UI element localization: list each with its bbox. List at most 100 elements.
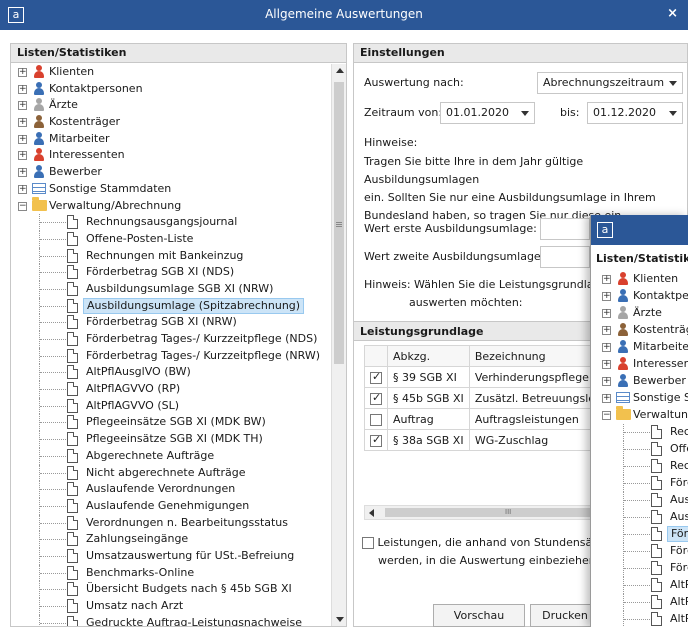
tree-child-item[interactable]: AltPflAGVVO (SL) bbox=[595, 611, 688, 627]
tree-child-item[interactable]: Nicht abgerechnete Aufträge bbox=[11, 464, 331, 482]
tree-child-item[interactable]: Benchmarks-Online bbox=[11, 564, 331, 582]
tree-item[interactable]: + Mitarbeiter bbox=[595, 339, 688, 356]
tree-item[interactable]: + Sonstige Stammdaten bbox=[595, 390, 688, 407]
auswertung-select[interactable]: Abrechnungszeitraum bbox=[537, 72, 683, 94]
row-checkbox[interactable] bbox=[370, 391, 382, 405]
table-row[interactable]: § 45b SGB XIZusätzl. Betreuungsleistun bbox=[364, 387, 629, 409]
tree-child-item[interactable]: Auslaufende Genehmigungen bbox=[11, 497, 331, 515]
tree-child-item[interactable]: Offene-Posten-Liste bbox=[595, 441, 688, 458]
expand-icon[interactable]: + bbox=[18, 118, 27, 128]
tree-child-item[interactable]: Rechnungsausgangsjournal bbox=[595, 424, 688, 441]
table-row[interactable]: § 39 SGB XIVerhinderungspflege bbox=[364, 366, 629, 388]
zeitraum-to-select[interactable]: 01.12.2020 bbox=[587, 102, 683, 124]
tree-child-item[interactable]: Pflegeeinsätze SGB XI (MDK BW) bbox=[11, 414, 331, 432]
tree-item[interactable]: + Bewerber bbox=[11, 164, 331, 181]
tree-child-item[interactable]: Rechnungen mit Bankeinzug bbox=[11, 247, 331, 265]
tree-child-item[interactable]: Förderbetrag SGB XI (NRW) bbox=[11, 314, 331, 331]
tree-child-item[interactable]: Förderbetrag Tages-/ Kurzzeitpflege (NDS… bbox=[11, 331, 331, 348]
tree-child-item[interactable]: Förderbetrag SGB XI (NDS) bbox=[595, 475, 688, 492]
table-row[interactable]: § 38a SGB XIWG-Zuschlag bbox=[364, 429, 629, 451]
tree-child-item[interactable]: Förderbetrag Tages-/ Kurzzeitpflege (NDS… bbox=[595, 543, 688, 560]
scroll-left-icon[interactable] bbox=[369, 509, 374, 517]
tree-child-item[interactable]: Auslaufende Verordnungen bbox=[11, 481, 331, 498]
expand-icon[interactable]: + bbox=[18, 101, 27, 111]
tree-child-item[interactable]: Förderbetrag SGB XI (NDS) bbox=[11, 264, 331, 281]
row-checkbox-cell[interactable] bbox=[364, 429, 388, 451]
tree-item[interactable]: + Klienten bbox=[11, 64, 331, 81]
scroll-down-icon[interactable] bbox=[336, 617, 344, 622]
scrollbar-thumb[interactable] bbox=[334, 82, 344, 364]
tree-item[interactable]: + Ärzte bbox=[595, 305, 688, 322]
expand-icon[interactable]: + bbox=[602, 394, 611, 403]
tree-item[interactable]: + Sonstige Stammdaten bbox=[11, 181, 331, 198]
tree-child-item[interactable]: AltPflAGVVO (SL) bbox=[11, 397, 331, 415]
tree-child-item[interactable]: Förderbetrag Tages-/ Kurzzeitpflege (NRW… bbox=[595, 560, 688, 577]
tree-child-item[interactable]: Ausbildungsumlage (Spitzabrechnung) bbox=[11, 297, 331, 315]
tree-child-item[interactable]: Gedruckte Auftrag-Leistungsnachweise bbox=[11, 614, 331, 626]
tree-item[interactable]: − Verwaltung/Abrechnung bbox=[11, 196, 331, 215]
tree-child-item[interactable]: Rechnungsausgangsjournal bbox=[11, 214, 331, 231]
tree-child-item[interactable]: AltPflAGVVO (RP) bbox=[11, 381, 331, 398]
vorschau-button[interactable]: Vorschau bbox=[433, 604, 525, 627]
expand-icon[interactable]: + bbox=[602, 309, 611, 318]
tree-vertical-scrollbar[interactable] bbox=[331, 64, 346, 626]
tree-child-item[interactable]: Pflegeeinsätze SGB XI (MDK TH) bbox=[11, 431, 331, 448]
stundensatz-checkbox[interactable] bbox=[362, 537, 374, 549]
tree-child-item[interactable]: Abgerechnete Aufträge bbox=[11, 447, 331, 465]
tree-child-item[interactable]: Ausbildungsumlage SGB XI (NRW) bbox=[595, 492, 688, 509]
expand-icon[interactable]: + bbox=[18, 134, 27, 144]
tree-child-item[interactable]: Förderbetrag Tages-/ Kurzzeitpflege (NRW… bbox=[11, 347, 331, 365]
tree-child-item[interactable]: Umsatz nach Arzt bbox=[11, 598, 331, 615]
expand-icon[interactable]: + bbox=[602, 343, 611, 352]
tree-child-item[interactable]: Ausbildungsumlage (Spitzabrechnung) bbox=[595, 509, 688, 526]
tree-item[interactable]: − Verwaltung/Abrechnung bbox=[595, 406, 688, 424]
expand-icon[interactable]: + bbox=[602, 275, 611, 284]
tree-item[interactable]: + Kostenträger bbox=[595, 322, 688, 339]
row-checkbox-cell[interactable] bbox=[364, 387, 388, 409]
tree-child-item[interactable]: Rechnungen mit Bankeinzug bbox=[595, 458, 688, 475]
tree-item[interactable]: + Interessenten bbox=[595, 356, 688, 373]
row-checkbox-cell[interactable] bbox=[364, 366, 388, 388]
tree-child-item[interactable]: AltPflAusglVO (BW) bbox=[11, 364, 331, 382]
tree-item[interactable]: + Kontaktpersonen bbox=[11, 81, 331, 98]
tree-item[interactable]: + Bewerber bbox=[595, 373, 688, 390]
close-button[interactable]: × bbox=[667, 6, 678, 21]
expand-icon[interactable]: + bbox=[18, 168, 27, 178]
expand-icon[interactable]: + bbox=[18, 84, 27, 94]
expand-icon[interactable]: + bbox=[602, 360, 611, 369]
zeitraum-from-select[interactable]: 01.01.2020 bbox=[440, 102, 535, 124]
tree-item[interactable]: + Kontaktpersonen bbox=[595, 288, 688, 305]
tree-child-item[interactable]: Förderbetrag SGB XI (NRW) bbox=[595, 526, 688, 543]
tree-item[interactable]: + Mitarbeiter bbox=[11, 131, 331, 148]
expand-icon[interactable]: + bbox=[18, 151, 27, 161]
expand-icon[interactable]: + bbox=[18, 68, 27, 77]
row-checkbox-cell[interactable] bbox=[364, 408, 388, 430]
row-checkbox[interactable] bbox=[370, 370, 382, 384]
row-checkbox[interactable] bbox=[370, 433, 382, 447]
tree-child-item[interactable]: Ausbildungsumlage SGB XI (NRW) bbox=[11, 280, 331, 298]
column-header-abkzg[interactable]: Abkzg. bbox=[387, 345, 470, 367]
tree-item-label: Bewerber bbox=[49, 165, 102, 179]
tree-item[interactable]: + Klienten bbox=[595, 271, 688, 288]
expand-icon[interactable]: + bbox=[602, 377, 611, 386]
tree-child-item[interactable]: Zahlungseingänge bbox=[11, 531, 331, 548]
expand-icon[interactable]: + bbox=[602, 292, 611, 301]
table-row[interactable]: Auftrag Auftragsleistungen bbox=[364, 408, 629, 430]
scroll-up-icon[interactable] bbox=[336, 68, 344, 73]
tree-child-item[interactable]: AltPflAGVVO (RP) bbox=[595, 594, 688, 611]
tree-item[interactable]: + Interessenten bbox=[11, 147, 331, 164]
row-checkbox[interactable] bbox=[370, 413, 382, 426]
tree-child-item[interactable]: Umsatzauswertung für USt.-Befreiung bbox=[11, 547, 331, 565]
tree-child-item[interactable]: Verordnungen n. Bearbeitungsstatus bbox=[11, 514, 331, 532]
tree-child-item[interactable]: Offene-Posten-Liste bbox=[11, 230, 331, 248]
tree-item[interactable]: + Kostenträger bbox=[11, 114, 331, 131]
expand-icon[interactable]: + bbox=[18, 184, 27, 194]
tree-child-item[interactable]: Übersicht Budgets nach § 45b SGB XI bbox=[11, 581, 331, 598]
wert-zweite-input[interactable] bbox=[540, 246, 590, 268]
wert-erste-input[interactable] bbox=[540, 218, 590, 240]
expand-icon[interactable]: + bbox=[602, 326, 611, 335]
collapse-icon[interactable]: − bbox=[602, 411, 611, 420]
collapse-icon[interactable]: − bbox=[18, 201, 27, 211]
tree-item[interactable]: + Ärzte bbox=[11, 97, 331, 114]
tree-child-item[interactable]: AltPflAusglVO (BW) bbox=[595, 577, 688, 594]
